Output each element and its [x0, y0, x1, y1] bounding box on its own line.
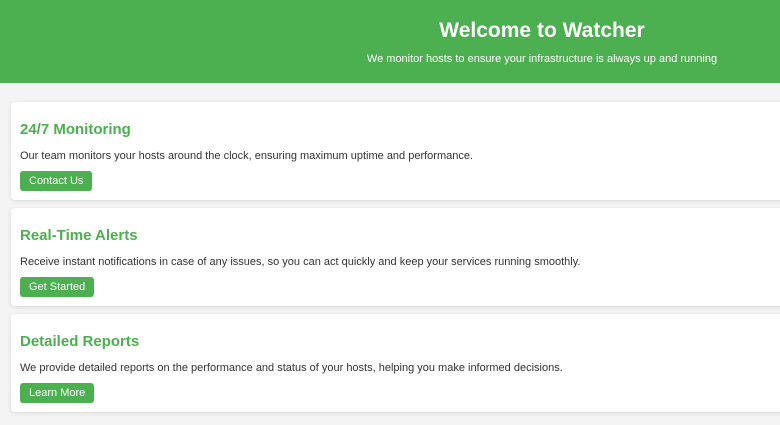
page-subtitle: We monitor hosts to ensure your infrastr…: [366, 53, 718, 65]
feature-description: Our team monitors your hosts around the …: [20, 150, 474, 162]
feature-description: We provide detailed reports on the perfo…: [20, 362, 563, 374]
feature-card-monitoring: 24/7 Monitoring Our team monitors your h…: [11, 102, 780, 200]
learn-more-button[interactable]: Learn More: [20, 383, 95, 403]
get-started-button[interactable]: Get Started: [20, 277, 95, 297]
feature-card-reports: Detailed Reports We provide detailed rep…: [11, 314, 780, 412]
site-header: Welcome to Watcher We monitor hosts to e…: [0, 0, 780, 83]
feature-description: Receive instant notifications in case of…: [20, 256, 581, 268]
contact-us-button[interactable]: Contact Us: [20, 171, 93, 191]
feature-title: Detailed Reports: [20, 333, 140, 350]
feature-title: 24/7 Monitoring: [20, 121, 131, 138]
feature-card-alerts: Real-Time Alerts Receive instant notific…: [11, 208, 780, 306]
page-title: Welcome to Watcher: [439, 19, 645, 42]
feature-title: Real-Time Alerts: [20, 227, 138, 244]
